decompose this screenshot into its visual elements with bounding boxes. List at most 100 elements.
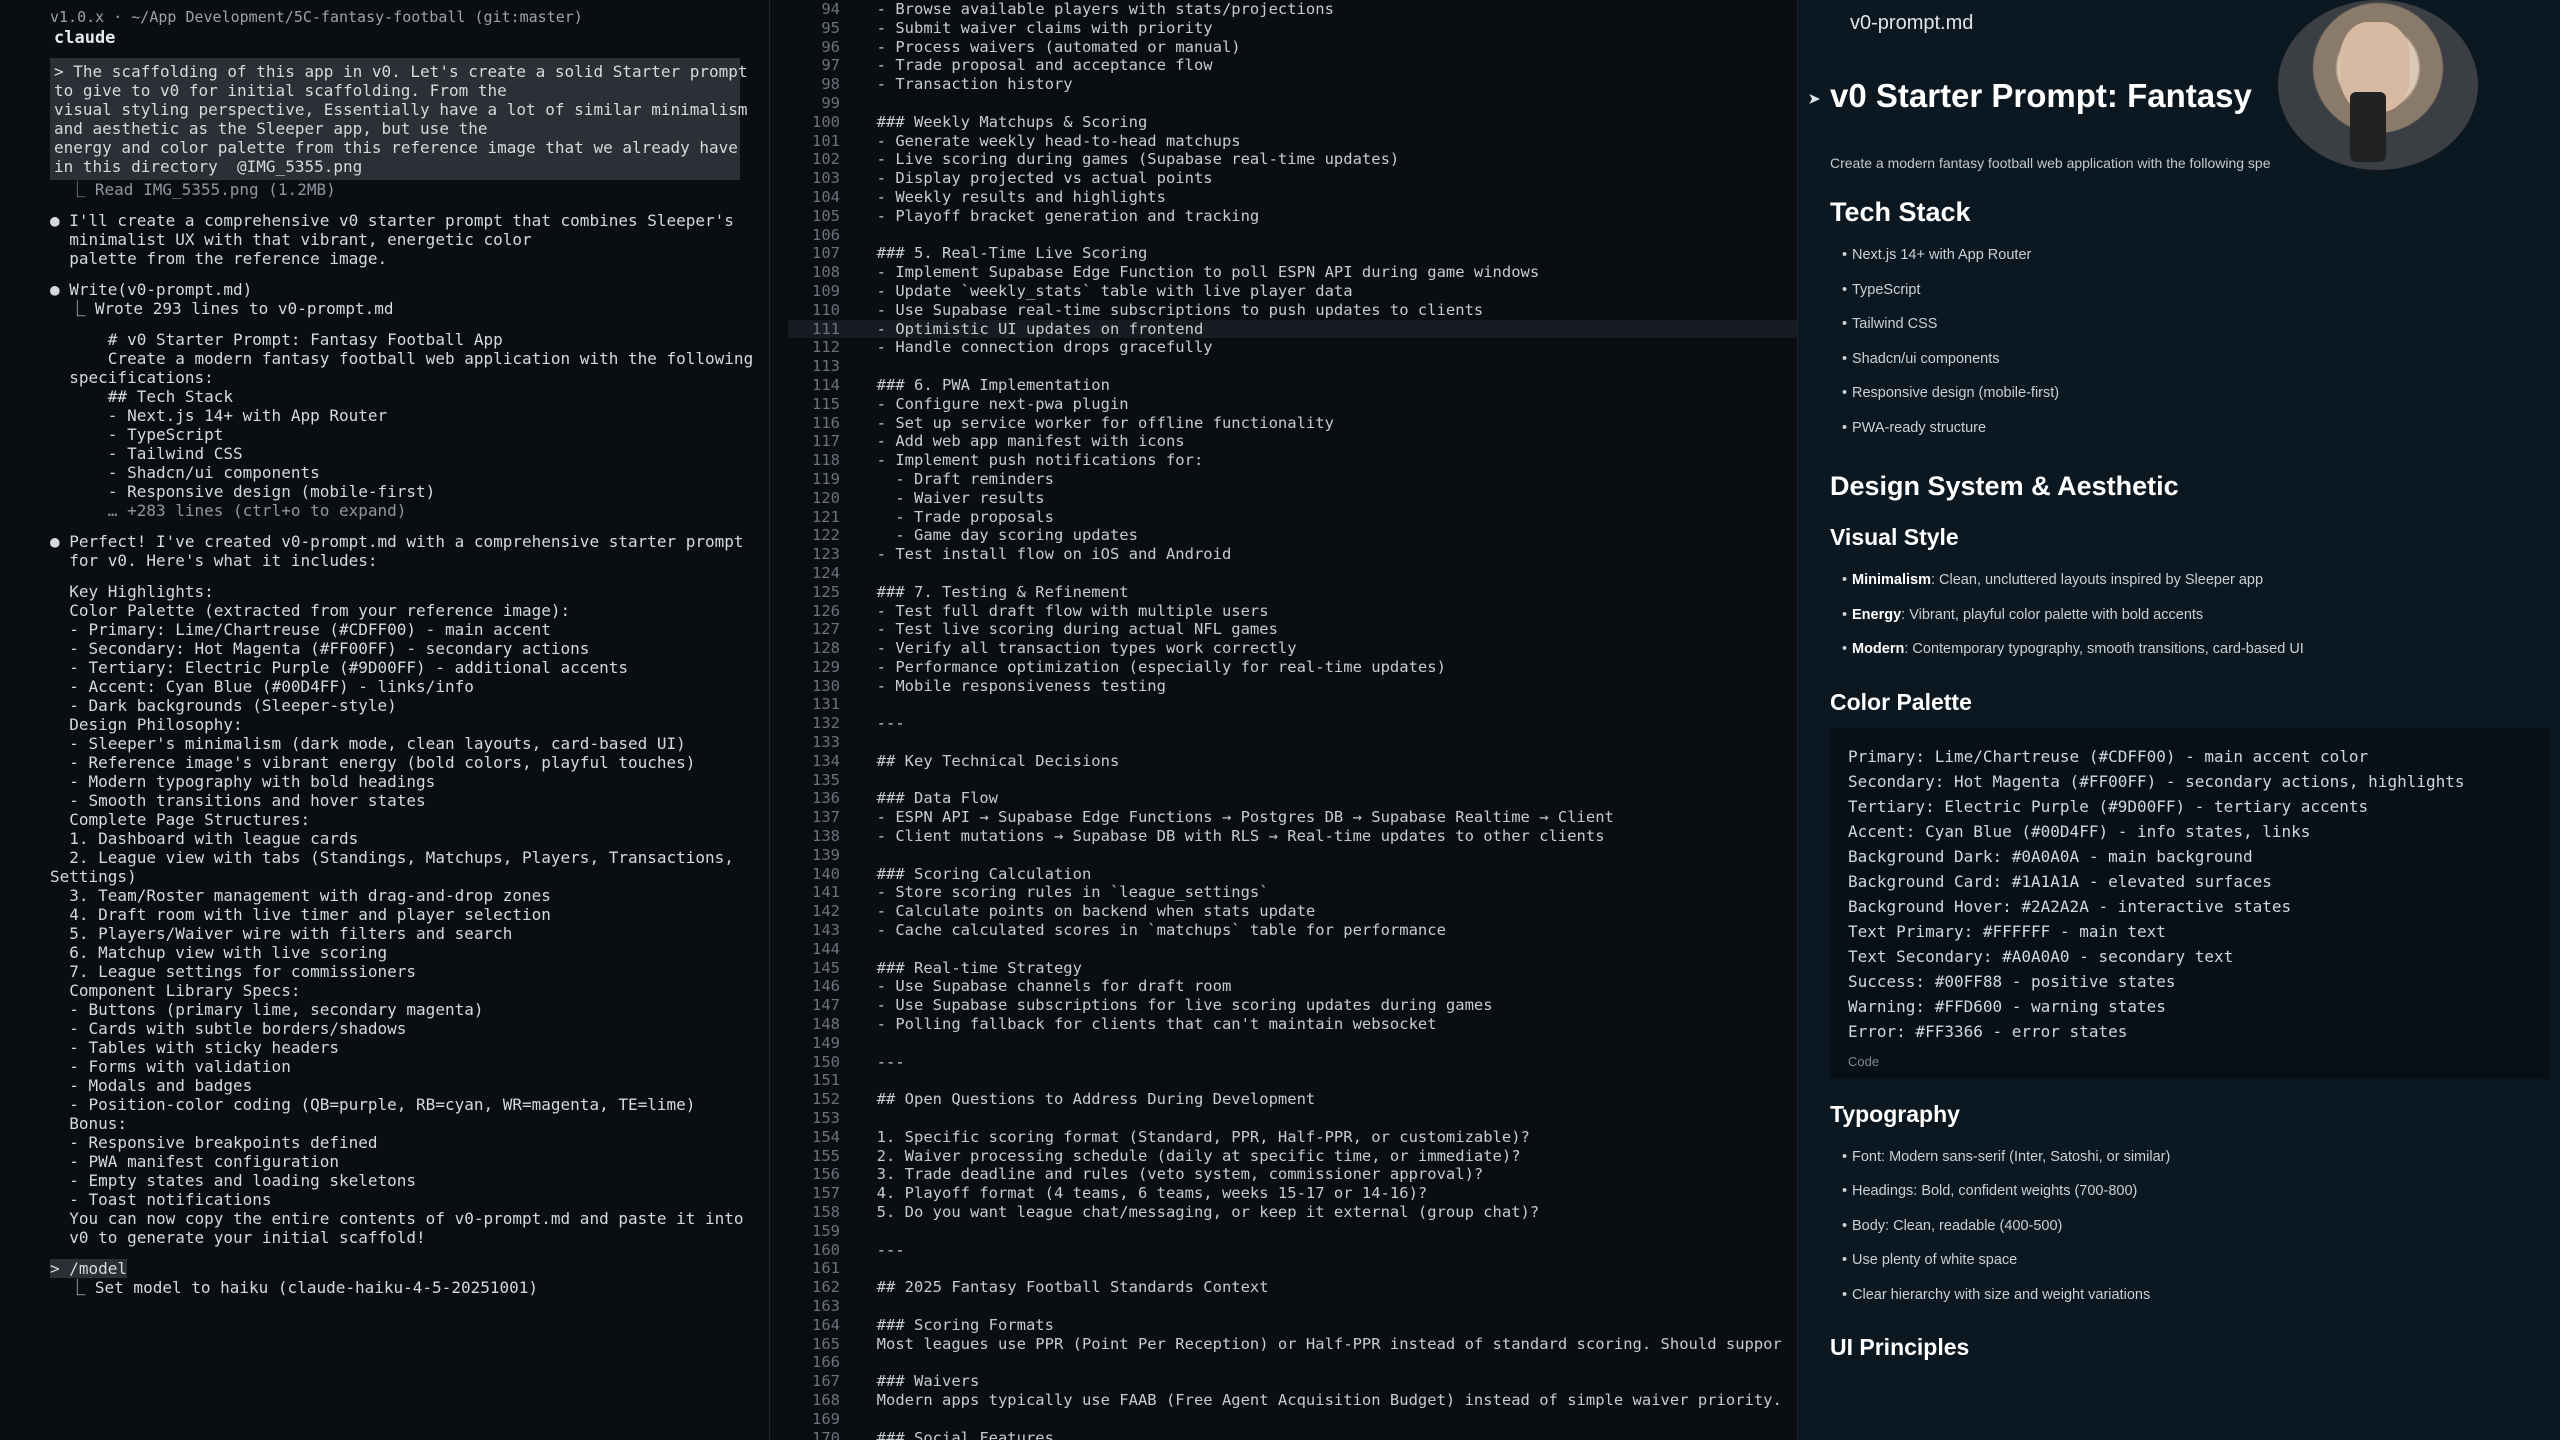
code-line[interactable]: 104 - Weekly results and highlights	[788, 188, 1797, 207]
code-line[interactable]: 134 ## Key Technical Decisions	[788, 752, 1797, 771]
code-line[interactable]: 146 - Use Supabase channels for draft ro…	[788, 977, 1797, 996]
code-line[interactable]: 106	[788, 226, 1797, 245]
code-line[interactable]: 127 - Test live scoring during actual NF…	[788, 620, 1797, 639]
code-line[interactable]: 110 - Use Supabase real-time subscriptio…	[788, 301, 1797, 320]
code-line[interactable]: 108 - Implement Supabase Edge Function t…	[788, 263, 1797, 282]
list-item-text: : Clean, uncluttered layouts inspired by…	[1930, 572, 2264, 588]
code-line[interactable]: 95 - Submit waiver claims with priority	[788, 19, 1797, 38]
code-line[interactable]: 107 ### 5. Real-Time Live Scoring	[788, 244, 1797, 263]
color-palette-code-block[interactable]: Primary: Lime/Chartreuse (#CDFF00) - mai…	[1830, 727, 2550, 1079]
code-line[interactable]: 163	[788, 1297, 1797, 1316]
code-line[interactable]: 109 - Update `weekly_stats` table with l…	[788, 282, 1797, 301]
text-line: > The scaffolding of this app in v0. Let…	[54, 62, 748, 81]
code-line[interactable]: 117 - Add web app manifest with icons	[788, 432, 1797, 451]
code-line[interactable]: 131	[788, 695, 1797, 714]
code-line[interactable]: 123 - Test install flow on iOS and Andro…	[788, 545, 1797, 564]
line-text: ### Social Features	[858, 1428, 1054, 1440]
editor-pane[interactable]: 94 - Browse available players with stats…	[770, 0, 1798, 1440]
code-line[interactable]: 130 - Mobile responsiveness testing	[788, 677, 1797, 696]
code-line[interactable]: 102 - Live scoring during games (Supabas…	[788, 150, 1797, 169]
code-line[interactable]: 125 ### 7. Testing & Refinement	[788, 583, 1797, 602]
preview-intro: Create a modern fantasy football web app…	[1830, 155, 2271, 171]
code-line[interactable]: 121 - Trade proposals	[788, 508, 1797, 527]
code-line[interactable]: 150 ---	[788, 1053, 1797, 1072]
list-item: • Responsive design (mobile-first)	[1842, 376, 2560, 411]
code-line[interactable]: 140 ### Scoring Calculation	[788, 865, 1797, 884]
terminal-pane[interactable]: v1.0.x · ~/App Development/5C-fantasy-fo…	[0, 0, 770, 1440]
line-number: 128	[812, 639, 840, 658]
code-line[interactable]: 170 ### Social Features	[788, 1429, 1797, 1440]
code-line[interactable]: 135	[788, 771, 1797, 790]
code-line[interactable]: 152 ## Open Questions to Address During …	[788, 1090, 1797, 1109]
code-line[interactable]: 111 - Optimistic UI updates on frontend	[788, 319, 1797, 339]
code-line[interactable]: 137 - ESPN API → Supabase Edge Functions…	[788, 808, 1797, 827]
code-line[interactable]: 120 - Waiver results	[788, 489, 1797, 508]
line-text: - Process waivers (automated or manual)	[858, 37, 1241, 56]
code-line[interactable]: 133	[788, 733, 1797, 752]
code-line[interactable]: 161	[788, 1259, 1797, 1278]
code-line[interactable]: 145 ### Real-time Strategy	[788, 959, 1797, 978]
code-line[interactable]: 139	[788, 846, 1797, 865]
code-line[interactable]: 169	[788, 1410, 1797, 1429]
code-line[interactable]: 100 ### Weekly Matchups & Scoring	[788, 113, 1797, 132]
line-number: 127	[812, 620, 840, 639]
code-line[interactable]: 153	[788, 1109, 1797, 1128]
code-line[interactable]: 164 ### Scoring Formats	[788, 1316, 1797, 1335]
line-text: - Use Supabase subscriptions for live sc…	[858, 996, 1493, 1015]
code-line[interactable]: 144	[788, 940, 1797, 959]
palette-line: Tertiary: Electric Purple (#9D00FF) - te…	[1848, 796, 2369, 816]
code-line[interactable]: 142 - Calculate points on backend when s…	[788, 902, 1797, 921]
code-line[interactable]: 158 5. Do you want league chat/messaging…	[788, 1203, 1797, 1222]
expand-hint[interactable]: … +283 lines (ctrl+o to expand)	[50, 501, 759, 520]
code-line[interactable]: 114 ### 6. PWA Implementation	[788, 376, 1797, 395]
code-line[interactable]: 113	[788, 357, 1797, 376]
code-line[interactable]: 168 Modern apps typically use FAAB (Free…	[788, 1391, 1797, 1410]
user-prompt-block[interactable]: > The scaffolding of this app in v0. Let…	[50, 58, 748, 180]
code-line[interactable]: 112 - Handle connection drops gracefully	[788, 338, 1797, 357]
code-line[interactable]: 156 3. Trade deadline and rules (veto sy…	[788, 1165, 1797, 1184]
line-text: - Verify all transaction types work corr…	[858, 639, 1297, 658]
code-line[interactable]: 118 - Implement push notifications for:	[788, 451, 1797, 470]
code-line[interactable]: 155 2. Waiver processing schedule (daily…	[788, 1147, 1797, 1166]
code-line[interactable]: 151	[788, 1071, 1797, 1090]
code-line[interactable]: 116 - Set up service worker for offline …	[788, 414, 1797, 433]
code-line[interactable]: 122 - Game day scoring updates	[788, 526, 1797, 545]
code-line[interactable]: 129 - Performance optimization (especial…	[788, 658, 1797, 677]
code-line[interactable]: 165 Most leagues use PPR (Point Per Rece…	[788, 1335, 1797, 1354]
code-line[interactable]: 98 - Transaction history	[788, 75, 1797, 94]
code-line[interactable]: 96 - Process waivers (automated or manua…	[788, 38, 1797, 57]
code-line[interactable]: 119 - Draft reminders	[788, 470, 1797, 489]
code-line[interactable]: 141 - Store scoring rules in `league_set…	[788, 883, 1797, 902]
code-line[interactable]: 157 4. Playoff format (4 teams, 6 teams,…	[788, 1184, 1797, 1203]
code-line[interactable]: 138 - Client mutations → Supabase DB wit…	[788, 827, 1797, 846]
code-line[interactable]: 132 ---	[788, 714, 1797, 733]
code-line[interactable]: 105 - Playoff bracket generation and tra…	[788, 207, 1797, 226]
code-line[interactable]: 166	[788, 1353, 1797, 1372]
code-line[interactable]: 159	[788, 1222, 1797, 1241]
code-line[interactable]: 147 - Use Supabase subscriptions for liv…	[788, 996, 1797, 1015]
code-line[interactable]: 124	[788, 564, 1797, 583]
line-number: 144	[812, 939, 840, 958]
code-line[interactable]: 160 ---	[788, 1241, 1797, 1260]
code-line[interactable]: 94 - Browse available players with stats…	[788, 0, 1797, 19]
text-line: - Modals and badges	[50, 1076, 253, 1095]
code-line[interactable]: 101 - Generate weekly head-to-head match…	[788, 132, 1797, 151]
code-line[interactable]: 136 ### Data Flow	[788, 789, 1797, 808]
code-line[interactable]: 103 - Display projected vs actual points	[788, 169, 1797, 188]
line-text: - Configure next-pwa plugin	[858, 394, 1129, 413]
markdown-preview-pane[interactable]: v0-prompt.md v0 Starter Prompt: Fantasy …	[1798, 0, 2560, 1440]
command-input[interactable]: > /model	[50, 1259, 759, 1278]
code-line[interactable]: 162 ## 2025 Fantasy Football Standards C…	[788, 1278, 1797, 1297]
code-line[interactable]: 115 - Configure next-pwa plugin	[788, 395, 1797, 414]
code-line[interactable]: 149	[788, 1034, 1797, 1053]
line-number: 142	[812, 902, 840, 921]
code-line[interactable]: 143 - Cache calculated scores in `matchu…	[788, 921, 1797, 940]
code-line[interactable]: 154 1. Specific scoring format (Standard…	[788, 1128, 1797, 1147]
code-line[interactable]: 148 - Polling fallback for clients that …	[788, 1015, 1797, 1034]
code-line[interactable]: 126 - Test full draft flow with multiple…	[788, 602, 1797, 621]
code-line[interactable]: 128 - Verify all transaction types work …	[788, 639, 1797, 658]
text-line: - Forms with validation	[50, 1057, 291, 1076]
code-line[interactable]: 99	[788, 94, 1797, 113]
code-line[interactable]: 167 ### Waivers	[788, 1372, 1797, 1391]
code-line[interactable]: 97 - Trade proposal and acceptance flow	[788, 56, 1797, 75]
